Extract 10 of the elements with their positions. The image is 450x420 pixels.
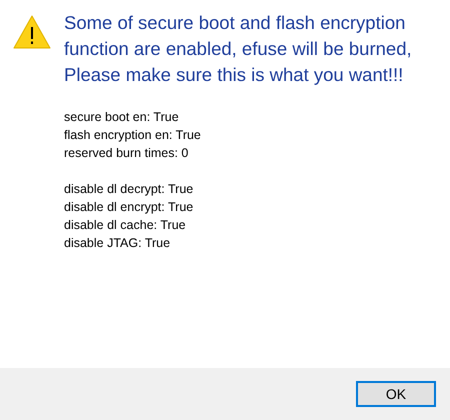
detail-line: disable dl encrypt: True	[64, 199, 194, 216]
message-heading: Some of secure boot and flash encryption function are enabled, efuse will be burned, Please make sure this is what you want!!!	[64, 11, 413, 87]
detail-line: reserved burn times: 0	[64, 145, 188, 162]
detail-line: flash encryption en: True	[64, 127, 201, 144]
detail-line: disable dl cache: True	[64, 217, 186, 234]
ok-button[interactable]: OK	[356, 381, 436, 407]
detail-line: secure boot en: True	[64, 109, 179, 126]
detail-line: disable dl decrypt: True	[64, 181, 194, 198]
warning-icon	[12, 14, 52, 50]
detail-line: disable JTAG: True	[64, 235, 170, 252]
